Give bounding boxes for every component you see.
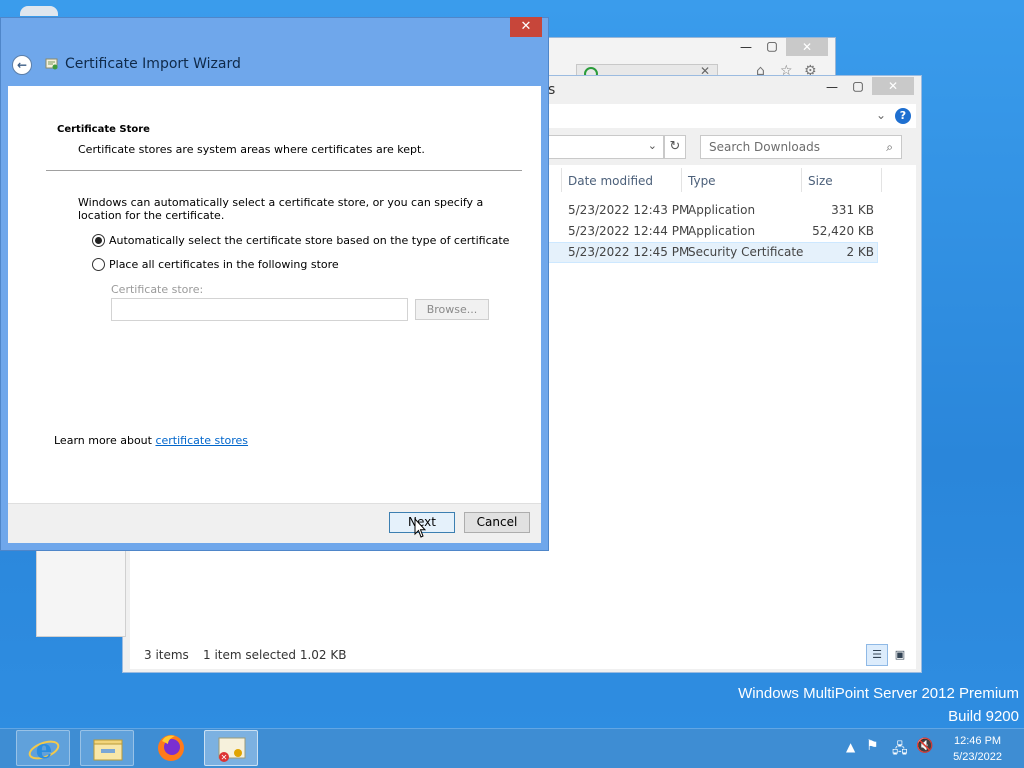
divider: [46, 170, 522, 171]
column-divider[interactable]: [561, 168, 562, 192]
ribbon-expand-chevron-icon[interactable]: ⌄: [876, 108, 886, 122]
taskbar-internet-explorer[interactable]: e: [16, 730, 70, 766]
status-selection: 1 item selected 1.02 KB: [203, 648, 347, 662]
section-description: Certificate stores are system areas wher…: [78, 143, 425, 156]
wizard-title: Certificate Import Wizard: [65, 56, 241, 72]
certificate-stores-link[interactable]: certificate stores: [155, 434, 248, 447]
explorer-navigation-pane[interactable]: [36, 545, 126, 637]
os-build-label: Build 9200: [948, 708, 1019, 725]
explorer-maximize-button[interactable]: ▢: [848, 79, 868, 93]
wizard-footer: [8, 503, 541, 543]
ie-maximize-button[interactable]: ▢: [762, 39, 782, 53]
search-box[interactable]: ⌕: [700, 135, 902, 159]
svg-text:✕: ✕: [221, 753, 228, 762]
column-divider[interactable]: [681, 168, 682, 192]
file-size: 52,420 KB: [812, 224, 874, 238]
column-header-size[interactable]: Size: [808, 174, 833, 188]
internet-explorer-icon: e: [28, 735, 60, 765]
large-icons-view-icon[interactable]: ▣: [889, 644, 911, 666]
certificate-store-field: [111, 298, 408, 321]
explorer-window-title: s: [548, 82, 556, 98]
certificate-store-label: Certificate store:: [111, 283, 204, 296]
radio-place-in-store[interactable]: Place all certificates in the following …: [92, 258, 339, 271]
file-date: 5/23/2022 12:44 PM: [568, 224, 690, 238]
column-divider[interactable]: [801, 168, 802, 192]
search-icon[interactable]: ⌕: [886, 140, 893, 155]
explorer-close-button[interactable]: ✕: [872, 77, 914, 95]
file-size: 331 KB: [831, 203, 874, 217]
taskbar-clock[interactable]: 12:46 PM 5/23/2022: [953, 733, 1002, 765]
radio-auto-select[interactable]: Automatically select the certificate sto…: [92, 234, 509, 247]
cancel-button[interactable]: Cancel: [464, 512, 530, 533]
certificate-app-icon: ✕: [218, 737, 246, 762]
ie-close-button[interactable]: ✕: [786, 38, 828, 56]
browse-button: Browse...: [415, 299, 489, 320]
explorer-minimize-button[interactable]: —: [822, 80, 842, 94]
volume-muted-icon[interactable]: 🔇: [916, 738, 933, 754]
taskbar-certificate-wizard[interactable]: ✕: [204, 730, 258, 766]
status-item-count: 3 items: [144, 648, 189, 662]
ie-minimize-button[interactable]: —: [736, 40, 756, 54]
action-center-flag-icon[interactable]: ⚑: [866, 738, 879, 754]
clock-time: 12:46 PM: [953, 735, 1002, 747]
file-size: 2 KB: [846, 245, 874, 259]
learn-more-prefix: Learn more about: [54, 434, 156, 447]
details-view-icon[interactable]: ☰: [866, 644, 888, 666]
file-type: Application: [688, 224, 756, 238]
search-input[interactable]: [701, 136, 871, 158]
file-row-selected[interactable]: 5/23/2022 12:45 PM Security Certificate …: [548, 242, 878, 263]
help-icon[interactable]: ?: [895, 108, 911, 124]
address-bar[interactable]: ⌄: [548, 135, 664, 159]
folder-icon: [93, 739, 123, 761]
taskbar-file-explorer[interactable]: [80, 730, 134, 766]
file-type: Security Certificate: [688, 245, 804, 259]
column-header-type[interactable]: Type: [688, 174, 716, 188]
file-row[interactable]: 5/23/2022 12:43 PM Application 331 KB: [548, 200, 878, 221]
recycle-bin-icon[interactable]: [20, 6, 58, 16]
os-edition-label: Windows MultiPoint Server 2012 Premium: [738, 685, 1019, 702]
address-dropdown-chevron-icon[interactable]: ⌄: [648, 139, 657, 152]
back-arrow-icon[interactable]: ←: [12, 55, 32, 75]
mouse-cursor-icon: [414, 518, 426, 538]
show-hidden-icons-icon[interactable]: ▲: [846, 740, 855, 754]
radio-auto-select-label[interactable]: Automatically select the certificate sto…: [109, 234, 509, 247]
column-header-date-modified[interactable]: Date modified: [568, 174, 653, 188]
explorer-ribbon: [548, 104, 916, 128]
certificate-icon: [45, 58, 58, 70]
file-date: 5/23/2022 12:45 PM: [568, 245, 690, 259]
clock-date: 5/23/2022: [953, 751, 1002, 763]
taskbar-firefox[interactable]: [144, 730, 198, 766]
file-date: 5/23/2022 12:43 PM: [568, 203, 690, 217]
radio-auto-select-button[interactable]: [92, 234, 105, 247]
store-selection-paragraph: Windows can automatically select a certi…: [78, 196, 484, 222]
file-type: Application: [688, 203, 756, 217]
refresh-button[interactable]: ↻: [664, 135, 686, 159]
section-title: Certificate Store: [57, 124, 150, 135]
svg-text:e: e: [36, 735, 53, 765]
learn-more-text: Learn more about certificate stores: [54, 434, 248, 447]
firefox-icon: [158, 735, 184, 761]
wizard-close-button[interactable]: ✕: [510, 17, 542, 37]
network-icon[interactable]: 🖧: [892, 738, 908, 762]
file-row[interactable]: 5/23/2022 12:44 PM Application 52,420 KB: [548, 221, 878, 242]
column-divider[interactable]: [881, 168, 882, 192]
radio-place-in-store-button[interactable]: [92, 258, 105, 271]
radio-place-in-store-label[interactable]: Place all certificates in the following …: [109, 258, 339, 271]
